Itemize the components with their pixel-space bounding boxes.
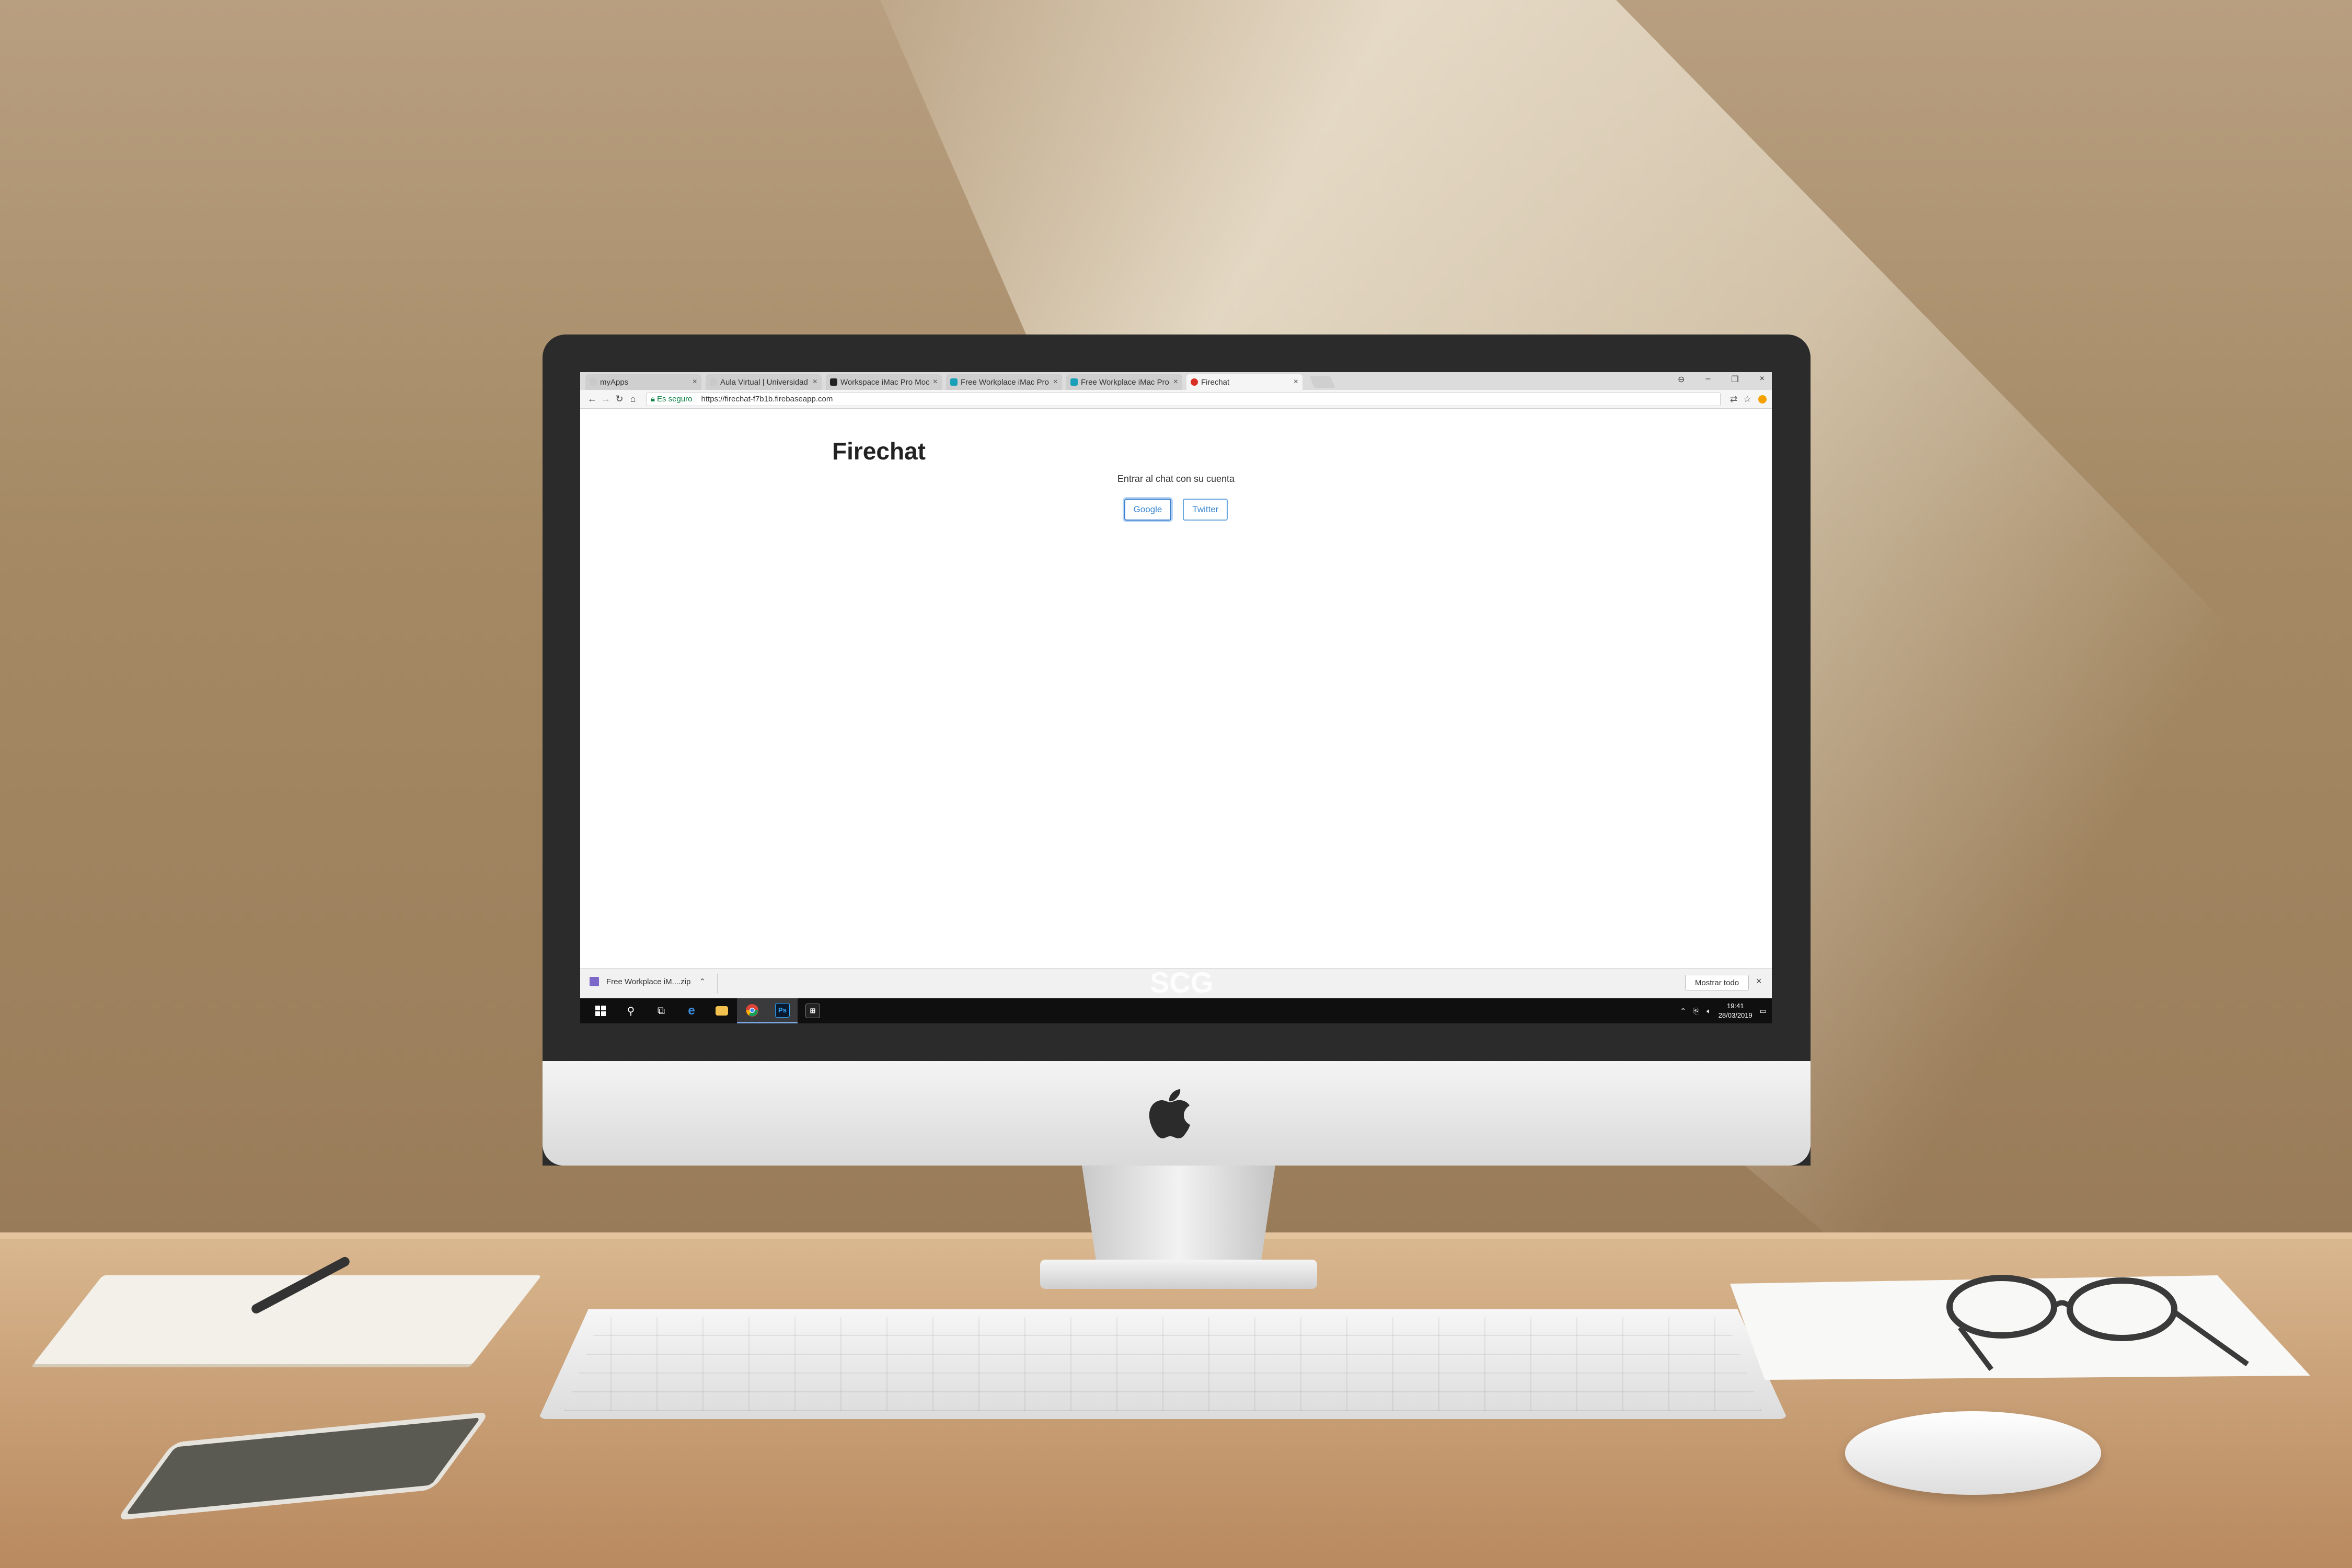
chrome-logo-icon	[746, 1004, 758, 1017]
tray-chevron-icon[interactable]: ⌃	[1680, 1007, 1686, 1016]
tab-favicon-icon	[830, 378, 837, 386]
tab-favicon-icon	[950, 378, 958, 386]
media-app-icon[interactable]: ⊞	[798, 998, 828, 1023]
close-download-bar-icon[interactable]: ×	[1756, 976, 1762, 987]
google-login-button[interactable]: Google	[1124, 499, 1172, 521]
minimize-button[interactable]: –	[1705, 374, 1710, 385]
tab-close-icon[interactable]: ×	[1294, 377, 1298, 387]
browser-toolbar: ← → ↻ ⌂ 🔒︎ Es seguro https://firechat-f7…	[580, 390, 1772, 409]
tab-favicon-icon	[710, 378, 717, 386]
new-tab-button[interactable]	[1309, 376, 1336, 388]
account-icon[interactable]: ⊖	[1678, 374, 1685, 385]
tab-label: Firechat	[1201, 377, 1230, 387]
tab-workspace-imac[interactable]: Workspace iMac Pro Mock ×	[826, 374, 942, 390]
download-bar: Free Workplace iM....zip ⌃ SCG Mostrar t…	[580, 966, 1772, 999]
start-button[interactable]	[585, 998, 616, 1023]
tab-favicon-icon	[590, 378, 597, 386]
address-bar[interactable]: 🔒︎ Es seguro https://firechat-f7b1b.fire…	[646, 392, 1721, 406]
forward-arrow-icon[interactable]: →	[599, 394, 613, 405]
login-prompt: Entrar al chat con su cuenta	[1117, 474, 1235, 484]
tab-close-icon[interactable]: ×	[1173, 377, 1178, 387]
tab-label: Free Workplace iMac Pro	[961, 377, 1049, 387]
translate-icon[interactable]: ⇄	[1727, 394, 1740, 405]
windows-logo-icon	[595, 1006, 606, 1016]
twitter-login-button[interactable]: Twitter	[1183, 499, 1228, 521]
tab-firechat[interactable]: Firechat ×	[1186, 374, 1302, 390]
screen: myApps × Aula Virtual | Universidad × Wo…	[580, 372, 1772, 1023]
tab-close-icon[interactable]: ×	[933, 377, 938, 387]
network-icon[interactable]: ⎘	[1693, 1007, 1699, 1016]
reload-icon[interactable]: ↻	[613, 394, 626, 405]
edge-app-icon[interactable]: e	[676, 998, 707, 1023]
page-title: Firechat	[832, 437, 926, 465]
clock-date: 28/03/2019	[1718, 1011, 1753, 1019]
imac-stand-base	[1040, 1260, 1317, 1289]
back-arrow-icon[interactable]: ←	[585, 394, 599, 405]
download-item[interactable]: Free Workplace iM....zip ⌃	[590, 977, 706, 986]
tab-label: Workspace iMac Pro Mock	[840, 377, 930, 387]
browser-tab-bar: myApps × Aula Virtual | Universidad × Wo…	[580, 372, 1772, 390]
login-buttons: Google Twitter	[580, 499, 1772, 521]
download-divider	[717, 974, 718, 994]
apple-logo-icon	[1149, 1089, 1190, 1138]
lock-icon: 🔒︎	[651, 395, 655, 403]
restore-button[interactable]: ❐	[1731, 374, 1738, 385]
photoshop-app-icon[interactable]: Ps	[767, 998, 798, 1023]
bookmark-star-icon[interactable]: ☆	[1740, 394, 1754, 405]
task-view-icon[interactable]: ⧉	[646, 998, 676, 1023]
tab-aula-virtual[interactable]: Aula Virtual | Universidad ×	[706, 374, 822, 390]
chevron-up-icon[interactable]: ⌃	[699, 977, 706, 986]
magic-mouse	[1845, 1411, 2101, 1495]
download-filename: Free Workplace iM....zip	[606, 977, 691, 986]
notification-icon[interactable]: ▭	[1760, 1007, 1767, 1016]
secure-label: Es seguro	[656, 395, 693, 403]
watermark: SCG	[1150, 966, 1214, 999]
search-icon[interactable]: ⚲	[616, 998, 646, 1023]
tab-free-workplace-1[interactable]: Free Workplace iMac Pro ×	[946, 374, 1062, 390]
tab-label: Aula Virtual | Universidad	[720, 377, 808, 387]
tab-favicon-icon	[1070, 378, 1078, 386]
keyboard-keys	[564, 1317, 1761, 1411]
windows-taskbar: ⚲ ⧉ e Ps ⊞ ⌃ ⎘ 🔈︎ 19:41 28/03/2019 ▭	[580, 998, 1772, 1023]
tab-label: Free Workplace iMac Pro	[1081, 377, 1169, 387]
extension-icon[interactable]	[1758, 395, 1767, 403]
system-tray: ⌃ ⎘ 🔈︎ 19:41 28/03/2019 ▭	[1680, 998, 1767, 1023]
file-explorer-icon[interactable]	[707, 998, 737, 1023]
tab-label: myApps	[600, 377, 629, 387]
angular-favicon-icon	[1191, 378, 1198, 386]
imac-stand	[1082, 1166, 1275, 1270]
url-text: https://firechat-f7b1b.firebaseapp.com	[701, 395, 833, 403]
tab-free-workplace-2[interactable]: Free Workplace iMac Pro ×	[1066, 374, 1182, 390]
volume-icon[interactable]: 🔈︎	[1707, 1007, 1711, 1016]
zip-file-icon	[590, 977, 599, 986]
clock-time: 19:41	[1726, 1002, 1744, 1010]
home-icon[interactable]: ⌂	[626, 394, 640, 405]
tray-clock[interactable]: 19:41 28/03/2019	[1719, 1001, 1753, 1020]
eyeglasses-icon	[1946, 1275, 2249, 1371]
show-all-button[interactable]: Mostrar todo	[1685, 975, 1749, 990]
firechat-page: Firechat Entrar al chat con su cuenta Go…	[580, 409, 1772, 968]
tab-close-icon[interactable]: ×	[813, 377, 817, 387]
tab-close-icon[interactable]: ×	[1053, 377, 1058, 387]
tab-myapps[interactable]: myApps ×	[585, 374, 701, 390]
tab-close-icon[interactable]: ×	[693, 377, 697, 387]
chrome-app-icon[interactable]	[737, 998, 767, 1023]
window-controls: ⊖ – ❐ ×	[1678, 374, 1765, 385]
close-window-button[interactable]: ×	[1760, 374, 1765, 385]
